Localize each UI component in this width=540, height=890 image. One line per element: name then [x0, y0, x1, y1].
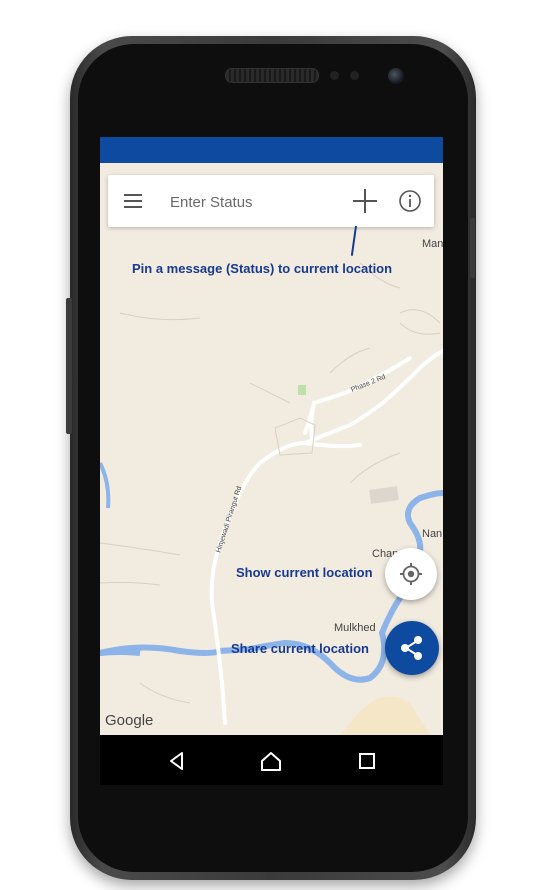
menu-icon[interactable]: [122, 191, 144, 211]
show-location-annotation: Show current location: [236, 565, 373, 580]
pin-annotation: Pin a message (Status) to current locati…: [132, 261, 393, 276]
home-icon[interactable]: [259, 749, 283, 773]
info-icon[interactable]: [398, 189, 422, 213]
map-label-man: Man: [422, 238, 443, 250]
power-button: [470, 218, 475, 278]
light-sensor: [350, 71, 359, 80]
share-icon: [401, 636, 422, 660]
share-location-annotation: Share current location: [231, 641, 369, 656]
add-icon[interactable]: [352, 188, 378, 214]
back-icon[interactable]: [165, 749, 189, 773]
proximity-sensor: [330, 71, 339, 80]
app-screen: Man Nan Chan Mulkhed Phase 2 Rd Hinjewad…: [100, 137, 443, 735]
map-label-mulkhed: Mulkhed: [334, 622, 376, 634]
volume-button: [66, 298, 72, 434]
android-nav-bar: [100, 735, 443, 785]
share-location-button[interactable]: [385, 621, 439, 675]
status-bar: [100, 137, 443, 163]
map-label-nan: Nan: [422, 528, 442, 540]
earpiece-speaker: [225, 68, 319, 83]
google-watermark: Google: [105, 712, 153, 729]
gps-location-icon: [400, 563, 422, 585]
status-search-bar: [108, 175, 434, 227]
show-location-button[interactable]: [385, 548, 437, 600]
front-camera: [388, 68, 404, 84]
status-input[interactable]: [168, 187, 352, 217]
recents-icon[interactable]: [355, 749, 379, 773]
